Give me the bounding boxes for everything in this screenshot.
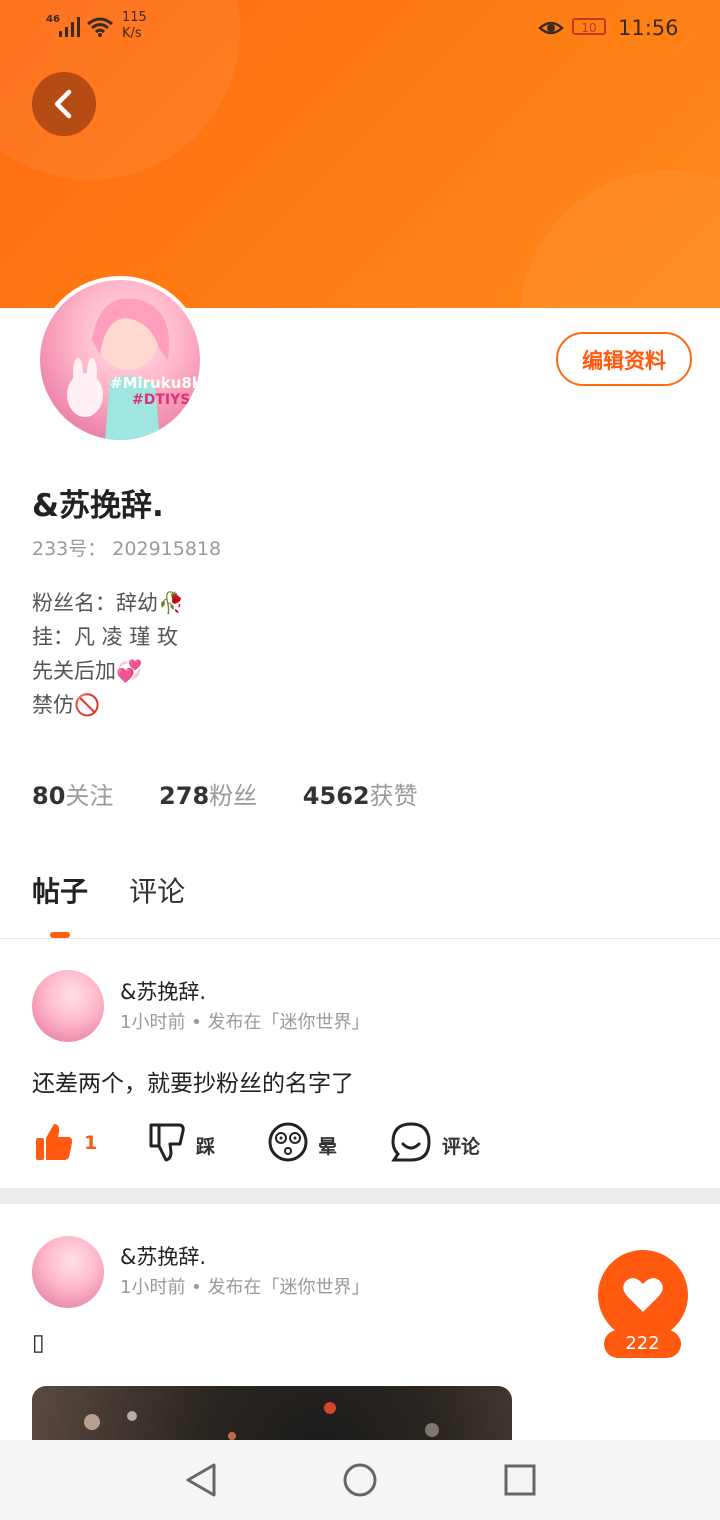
post-author-name[interactable]: &苏挽辞. — [120, 1241, 206, 1271]
dizzy-button[interactable]: 晕 — [268, 1122, 358, 1162]
wifi-icon — [87, 17, 113, 37]
likes-stat[interactable]: 4562获赞 — [303, 782, 456, 810]
signal-icon — [59, 17, 80, 37]
post-meta: 1小时前 • 发布在「迷你世界」 — [120, 1277, 370, 1298]
back-button[interactable] — [32, 72, 96, 136]
tab-comments[interactable]: 评论 — [129, 870, 185, 910]
heart-icon — [623, 1278, 663, 1312]
status-bar: 46 115 K/s 10 11:56 — [0, 0, 720, 56]
profile-stats: 80关注 278粉丝 4562获赞 — [32, 776, 456, 811]
thumbs-down-icon — [149, 1123, 185, 1162]
bio-line: 先关后加💞 — [32, 659, 143, 683]
avatar-illustration: #Miruku8k #DTIYS — [67, 298, 200, 440]
post-author-avatar[interactable] — [32, 970, 104, 1042]
comment-button[interactable]: 评论 — [390, 1122, 500, 1162]
comment-icon — [391, 1122, 431, 1162]
post-text[interactable]: 还差两个，就要抄粉丝的名字了 — [32, 1064, 354, 1098]
clock: 11:56 — [618, 16, 679, 40]
profile-bio: 粉丝名：辞幼🥀 挂：凡 凌 瑾 玫 先关后加💞 禁仿🚫 — [32, 586, 184, 722]
nav-back-icon[interactable] — [184, 1462, 218, 1498]
dislike-button[interactable]: 踩 — [148, 1122, 238, 1162]
post-meta: 1小时前 • 发布在「迷你世界」 — [120, 1012, 370, 1033]
eye-comfort-icon — [538, 21, 564, 35]
thumbs-up-icon — [36, 1124, 73, 1160]
post-image-content — [84, 1402, 439, 1440]
bio-line: 挂：凡 凌 瑾 玫 — [32, 625, 179, 649]
edit-profile-button[interactable]: 编辑资料 — [556, 332, 692, 386]
like-count: 1 — [84, 1132, 98, 1154]
profile-id: 233号： 202915818 — [32, 538, 222, 560]
nav-home-icon[interactable] — [342, 1462, 378, 1498]
bio-line: 粉丝名：辞幼🥀 — [32, 591, 185, 615]
battery-indicator: 10 — [572, 18, 606, 35]
followers-stat[interactable]: 278粉丝 — [159, 782, 295, 810]
post-author-name[interactable]: &苏挽辞. — [120, 976, 206, 1006]
like-button[interactable]: 1 — [34, 1122, 124, 1162]
chevron-left-icon — [54, 89, 72, 119]
dislike-label: 踩 — [196, 1136, 216, 1158]
floating-like-button[interactable] — [598, 1250, 688, 1340]
post-separator — [0, 1188, 720, 1204]
profile-avatar[interactable]: #Miruku8k #DTIYS — [36, 276, 204, 444]
system-nav-bar — [0, 1440, 720, 1520]
content-tabs: 帖子 评论 — [32, 870, 221, 910]
svg-text:#DTIYS: #DTIYS — [132, 392, 190, 408]
bio-line: 禁仿🚫 — [32, 693, 101, 717]
banner-decoration — [520, 170, 720, 308]
dizzy-label: 晕 — [318, 1136, 338, 1158]
floating-like-count: 222 — [604, 1330, 681, 1358]
post-image[interactable] — [32, 1386, 512, 1446]
post-author-avatar[interactable] — [32, 1236, 104, 1308]
profile-name: &苏挽辞. — [32, 488, 164, 524]
network-speed: 115 K/s — [122, 10, 147, 41]
divider — [0, 938, 720, 939]
tab-posts[interactable]: 帖子 — [32, 870, 88, 910]
comment-label: 评论 — [442, 1136, 481, 1158]
following-stat[interactable]: 80关注 — [32, 782, 151, 810]
post-text[interactable]: ▯ — [32, 1330, 45, 1356]
dizzy-face-icon — [268, 1122, 308, 1162]
nav-recents-icon[interactable] — [504, 1464, 536, 1496]
avatar-image: #Miruku8k #DTIYS — [40, 280, 200, 440]
svg-text:#Miruku8k: #Miruku8k — [110, 374, 200, 392]
